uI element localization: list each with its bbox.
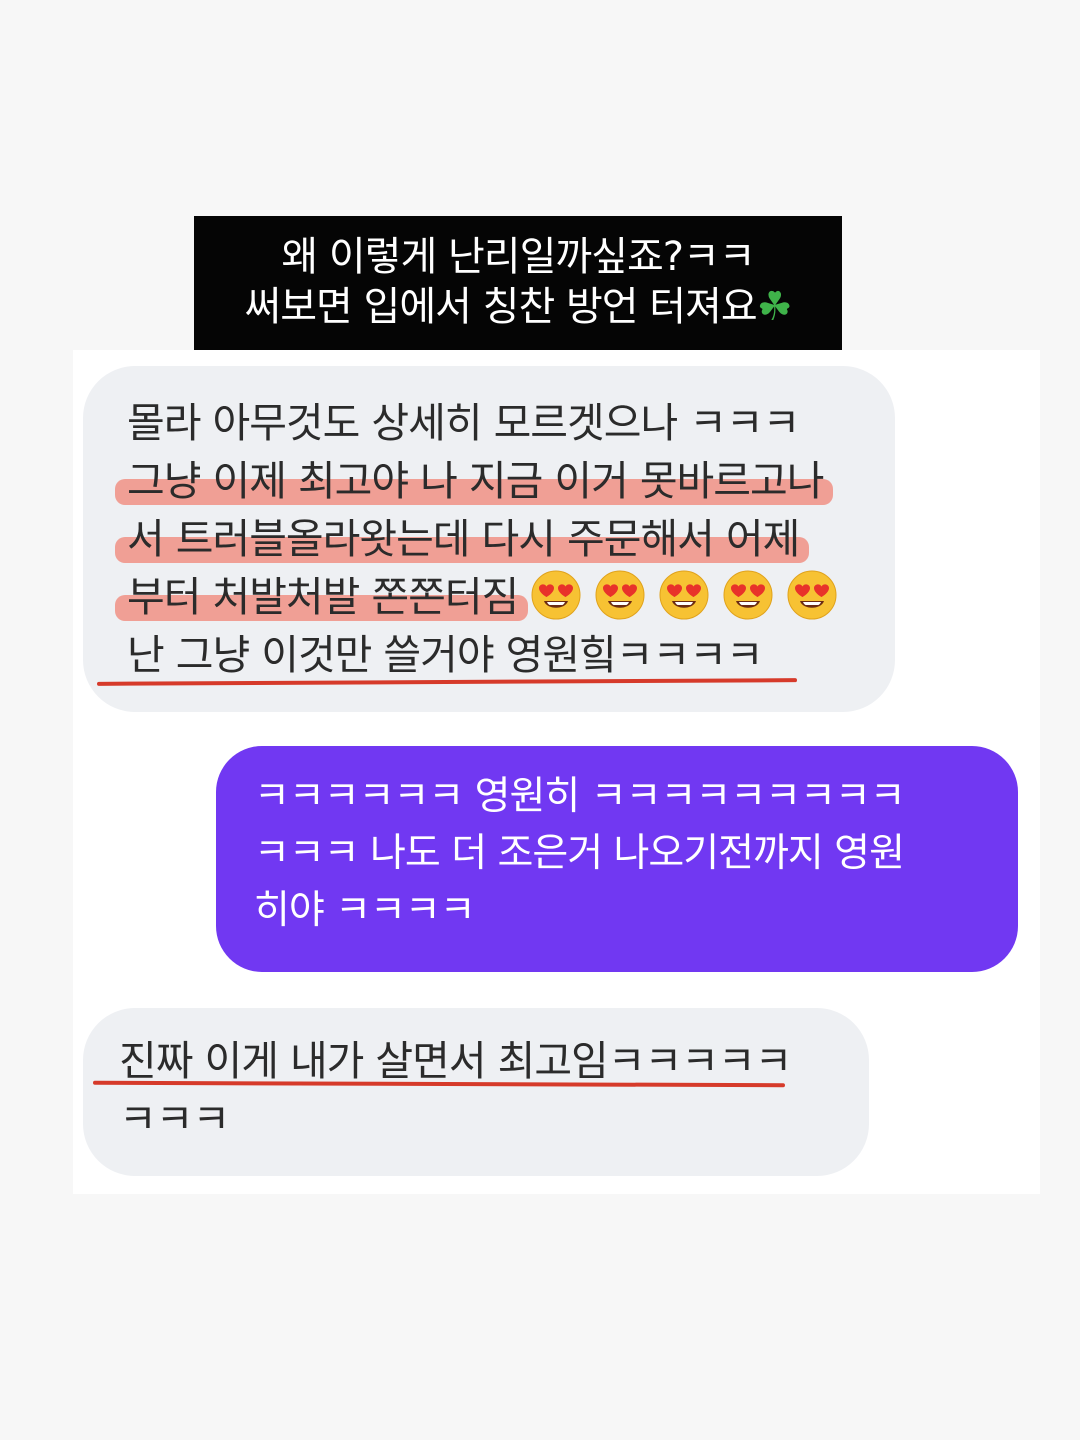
message-line-highlighted: 그냥 이제 최고야 나 지금 이거 못바르고나 bbox=[127, 452, 895, 510]
four-leaf-clover-icon: ☘ bbox=[756, 284, 793, 330]
message-line: ㅋㅋㅋㅋㅋㅋ 영원히 ㅋㅋㅋㅋㅋㅋㅋㅋㅋ bbox=[254, 774, 906, 819]
message-line-highlighted: 서 트러블올라왓는데 다시 주문해서 어제 bbox=[127, 510, 895, 568]
highlight-mark: 서 트러블올라왓는데 다시 주문해서 어제 bbox=[127, 515, 800, 563]
sent-message-bubble: ㅋㅋㅋㅋㅋㅋ 영원히 ㅋㅋㅋㅋㅋㅋㅋㅋㅋ ㅋㅋㅋ 나도 더 조은거 나오기전까지… bbox=[216, 746, 1018, 972]
highlight-mark: 그냥 이제 최고야 나 지금 이거 못바르고나 bbox=[127, 457, 824, 505]
caption-line-1: 왜 이렇게 난리일까싶죠?ㅋㅋ bbox=[281, 234, 755, 280]
highlight-mark: 부터 처발처발 쫀쫀터짐 bbox=[127, 573, 519, 621]
heart-eyes-emoji bbox=[595, 570, 645, 620]
story-caption: 왜 이렇게 난리일까싶죠?ㅋㅋ 써보면 입에서 칭찬 방언 터져요☘ bbox=[194, 216, 842, 350]
caption-line-2: 써보면 입에서 칭찬 방언 터져요 bbox=[244, 284, 757, 330]
message-line: 난 그냥 이것만 쓸거야 영원힠ㅋㅋㅋㅋ bbox=[127, 631, 764, 679]
message-line: ㅋㅋㅋ bbox=[119, 1095, 230, 1143]
message-line: 히야 ㅋㅋㅋㅋ bbox=[254, 888, 476, 933]
heart-eyes-emoji bbox=[723, 570, 773, 620]
received-message-bubble: 진짜 이게 내가 살면서 최고임ㅋㅋㅋㅋㅋ ㅋㅋㅋ bbox=[83, 1008, 869, 1176]
message-line: ㅋㅋㅋ 나도 더 조은거 나오기전까지 영원 bbox=[254, 831, 905, 876]
message-line: 몰라 아무것도 상세히 모르겟으나 ㅋㅋㅋ bbox=[127, 399, 800, 447]
chat-screenshot: 몰라 아무것도 상세히 모르겟으나 ㅋㅋㅋ 그냥 이제 최고야 나 지금 이거 … bbox=[73, 350, 1040, 1194]
caption-line-2-wrap: 써보면 입에서 칭찬 방언 터져요☘ bbox=[194, 282, 842, 332]
heart-eyes-emoji bbox=[531, 570, 581, 620]
heart-eyes-emoji bbox=[659, 570, 709, 620]
message-line-highlighted-with-emoji: 부터 처발처발 쫀쫀터짐 bbox=[127, 568, 895, 626]
received-message-bubble: 몰라 아무것도 상세히 모르겟으나 ㅋㅋㅋ 그냥 이제 최고야 나 지금 이거 … bbox=[83, 366, 895, 712]
heart-eyes-emoji bbox=[787, 570, 837, 620]
